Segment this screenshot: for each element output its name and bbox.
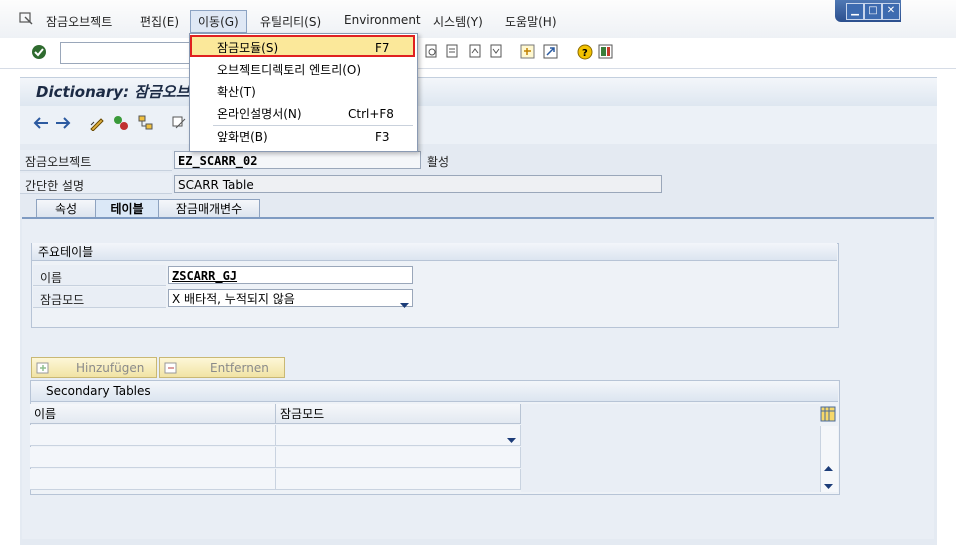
table-row-lock-mode[interactable]: [276, 425, 521, 446]
close-icon[interactable]: ✕: [882, 3, 900, 20]
hierarchy-icon[interactable]: [138, 115, 154, 134]
column-header-name[interactable]: 이름: [30, 404, 276, 424]
check-icon[interactable]: [31, 44, 46, 59]
edit-toggle-icon[interactable]: [89, 115, 105, 134]
lock-object-field[interactable]: EZ_SCARR_02: [174, 151, 421, 169]
menu-lock-object[interactable]: 잠금오브젝트: [46, 13, 112, 30]
menu-item-shortcut: Ctrl+F8: [348, 107, 394, 121]
where-used-icon[interactable]: [171, 115, 187, 134]
forward-arrow-icon[interactable]: [55, 116, 72, 133]
menu-utilities[interactable]: 유틸리티(S): [260, 13, 321, 30]
table-empty-area: [521, 404, 820, 492]
name-label: 이름: [40, 271, 63, 285]
status-text: 활성: [427, 155, 450, 169]
add-row-icon: [36, 361, 50, 382]
lock-mode-select[interactable]: X 배타적, 누적되지 않음: [168, 289, 413, 308]
menu-bar: 잠금오브젝트 편집(E) 이동(G) 유틸리티(S) Environment 시…: [0, 0, 956, 38]
table-row-lock-mode[interactable]: [276, 469, 521, 490]
menu-item-online-docs[interactable]: 온라인설명서(N) Ctrl+F8: [190, 103, 415, 125]
menu-item-label: 확산(T): [217, 85, 256, 99]
minimize-icon[interactable]: ▁: [846, 3, 864, 20]
find-icon[interactable]: [424, 44, 439, 59]
short-desc-label: 간단한 설명: [25, 179, 85, 193]
dropdown-arrow-icon[interactable]: [400, 296, 409, 314]
add-button[interactable]: Hinzufügen: [31, 357, 157, 378]
table-settings-icon[interactable]: [820, 406, 836, 425]
remove-button-label: Entfernen: [210, 361, 269, 375]
window-controls: ▁ □ ✕: [835, 0, 901, 22]
menu-item-label: 잠금모듈(S): [217, 41, 279, 55]
remove-row-icon: [164, 361, 178, 382]
scroll-down-icon[interactable]: [824, 479, 833, 493]
application-toolbar: [20, 106, 937, 145]
column-header-lock-mode[interactable]: 잠금모드: [276, 404, 521, 424]
activate-icon[interactable]: [113, 115, 129, 134]
primary-table-name-field[interactable]: ZSCARR_GJ: [168, 266, 413, 284]
first-page-icon[interactable]: [467, 44, 482, 59]
find-next-icon[interactable]: [445, 44, 460, 59]
lock-mode-label: 잠금모드: [40, 293, 85, 307]
menu-icon[interactable]: [19, 12, 33, 25]
table-row[interactable]: [30, 469, 276, 490]
dropdown-arrow-icon[interactable]: [507, 433, 516, 447]
new-session-icon[interactable]: [520, 44, 535, 59]
remove-button[interactable]: Entfernen: [159, 357, 285, 378]
tab-tables[interactable]: 테이블: [95, 199, 159, 218]
svg-text:?: ?: [582, 48, 588, 59]
maximize-icon[interactable]: □: [864, 3, 882, 20]
secondary-tables-title: Secondary Tables: [31, 381, 838, 402]
table-row[interactable]: [30, 447, 276, 468]
tab-lock-parameters[interactable]: 잠금매개변수: [158, 199, 260, 218]
goto-dropdown-menu: 잠금모듈(S) F7 오브젝트디렉토리 엔트리(O) 확산(T) 온라인설명서(…: [189, 33, 418, 152]
table-row[interactable]: [30, 425, 276, 446]
short-desc-field[interactable]: SCARR Table: [174, 175, 662, 193]
menu-item-label: 온라인설명서(N): [217, 107, 302, 121]
menu-system[interactable]: 시스템(Y): [433, 13, 483, 30]
lock-mode-value: X 배타적, 누적되지 않음: [172, 292, 295, 306]
lock-object-label: 잠금오브젝트: [25, 155, 92, 169]
page-title: Dictionary: 잠금오브: [36, 83, 190, 101]
primary-table-group-title: 주요테이블: [32, 243, 837, 261]
command-field[interactable]: [60, 42, 190, 64]
menu-environment[interactable]: Environment: [344, 13, 421, 27]
last-page-icon[interactable]: [488, 44, 503, 59]
menu-item-lock-modules[interactable]: 잠금모듈(S) F7: [190, 35, 415, 57]
layout-icon[interactable]: [598, 44, 613, 59]
menu-item-extend[interactable]: 확산(T): [190, 81, 415, 103]
menu-goto[interactable]: 이동(G): [190, 10, 247, 33]
back-arrow-icon[interactable]: [32, 116, 49, 133]
menu-help[interactable]: 도움말(H): [505, 13, 557, 30]
shortcut-icon[interactable]: [543, 44, 558, 59]
menu-item-back[interactable]: 앞화면(B) F3: [190, 126, 415, 148]
menu-item-label: 앞화면(B): [217, 130, 268, 144]
menu-item-label: 오브젝트디렉토리 엔트리(O): [217, 63, 362, 77]
add-button-label: Hinzufügen: [76, 361, 145, 375]
menu-edit[interactable]: 편집(E): [140, 13, 179, 30]
tab-attributes[interactable]: 속성: [36, 199, 96, 218]
table-row-lock-mode[interactable]: [276, 447, 521, 468]
menu-item-object-directory-entry[interactable]: 오브젝트디렉토리 엔트리(O): [190, 59, 415, 81]
menu-item-shortcut: F7: [375, 41, 390, 55]
scroll-up-icon[interactable]: [824, 460, 833, 474]
menu-item-shortcut: F3: [375, 130, 390, 144]
help-icon[interactable]: ?: [577, 44, 593, 60]
